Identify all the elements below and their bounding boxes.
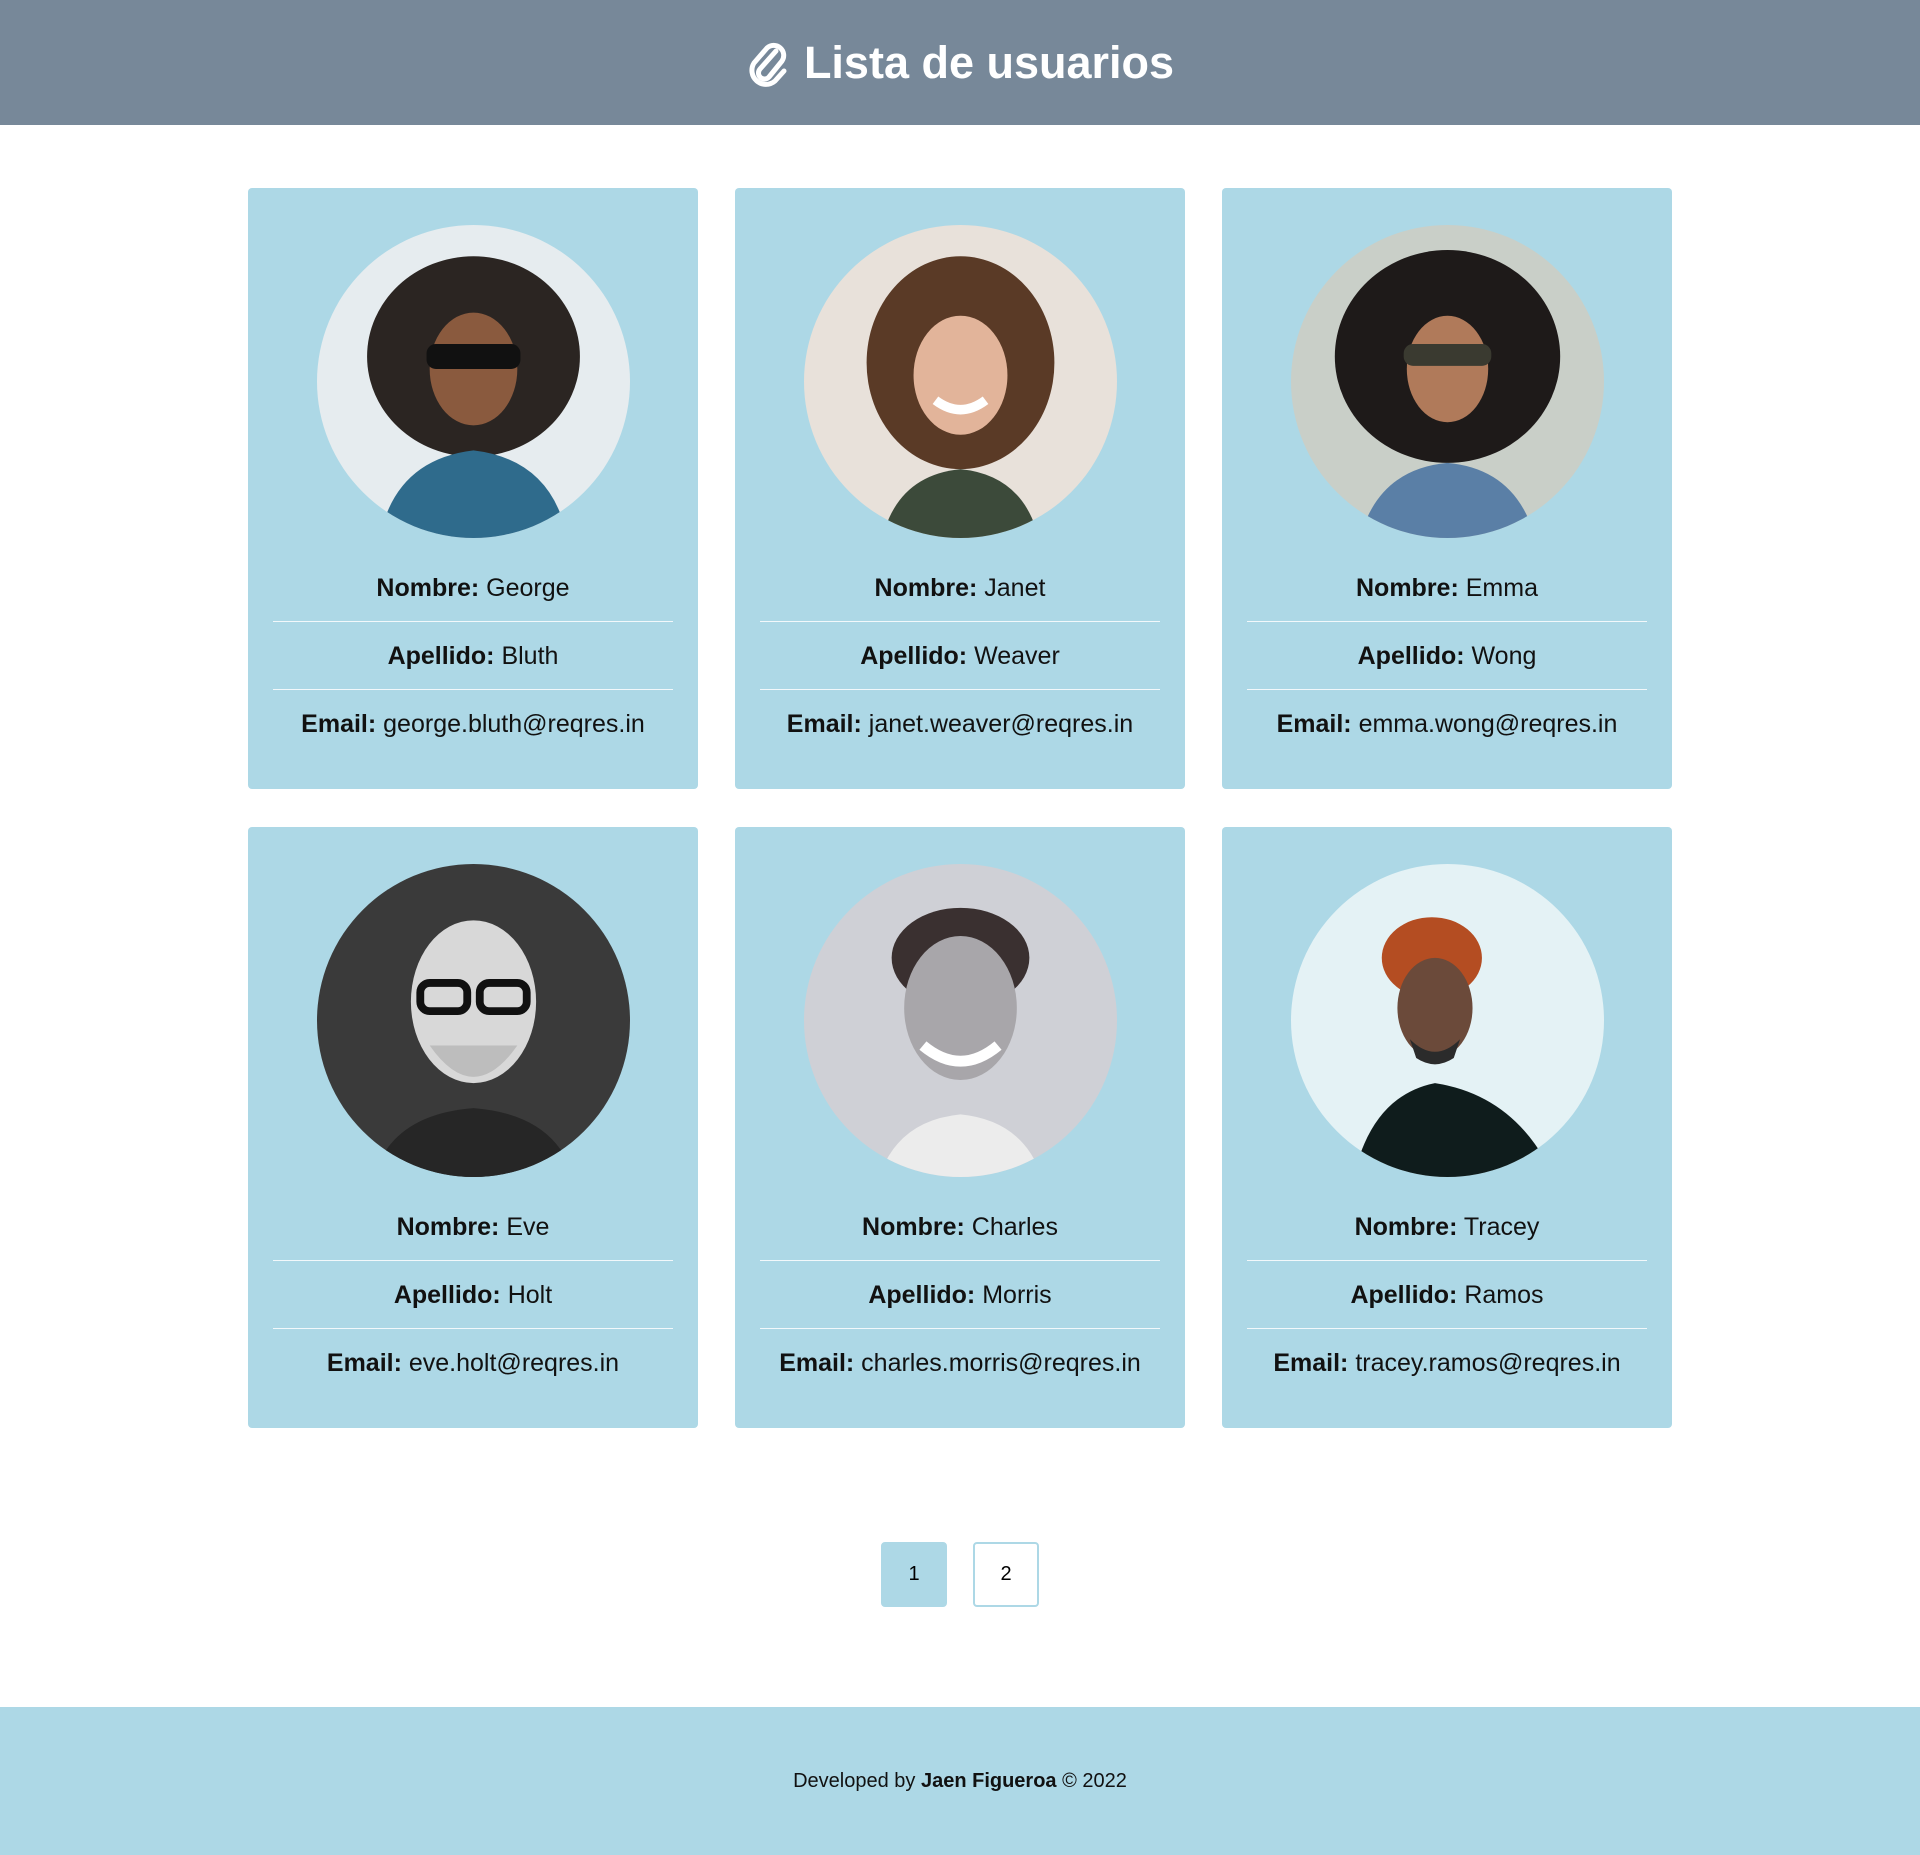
footer-copyright: © 2022 bbox=[1062, 1769, 1127, 1792]
user-avatar bbox=[316, 225, 630, 538]
last-name-row: Apellido: Morris bbox=[760, 1261, 1160, 1329]
user-card: Nombre: Eve Apellido: Holt Email: eve.ho… bbox=[248, 827, 698, 1428]
first-name-row: Nombre: Janet bbox=[760, 554, 1160, 622]
email-value: charles.morris@reqres.in bbox=[861, 1349, 1141, 1377]
email-row: Email: tracey.ramos@reqres.in bbox=[1273, 1349, 1621, 1377]
last-name-value: Bluth bbox=[501, 642, 559, 670]
page-title: Lista de usuarios bbox=[803, 36, 1175, 88]
page-button-2[interactable]: 2 bbox=[973, 1542, 1039, 1607]
first-name-row: Nombre: George bbox=[273, 554, 673, 622]
user-avatar bbox=[1290, 225, 1604, 538]
last-name-value: Morris bbox=[982, 1281, 1052, 1309]
user-card-grid: Nombre: George Apellido: Bluth Email: ge… bbox=[248, 188, 1673, 1428]
first-name-value: Janet bbox=[984, 574, 1046, 602]
email-value: eve.holt@reqres.in bbox=[408, 1349, 620, 1377]
first-name-row: Nombre: Charles bbox=[760, 1193, 1160, 1261]
user-avatar bbox=[1290, 864, 1604, 1177]
last-name-row: Apellido: Bluth bbox=[273, 622, 673, 690]
first-name-row: Nombre: Emma bbox=[1247, 554, 1647, 622]
paperclip-icon bbox=[746, 39, 790, 87]
email-row: Email: janet.weaver@reqres.in bbox=[786, 710, 1134, 738]
user-avatar bbox=[803, 864, 1117, 1177]
footer-prefix: Developed by bbox=[793, 1769, 916, 1792]
page-header: Lista de usuarios bbox=[0, 0, 1920, 125]
last-name-row: Apellido: Wong bbox=[1247, 622, 1647, 690]
user-card: Nombre: Tracey Apellido: Ramos Email: tr… bbox=[1222, 827, 1672, 1428]
email-value: tracey.ramos@reqres.in bbox=[1355, 1349, 1621, 1377]
last-name-row: Apellido: Weaver bbox=[760, 622, 1160, 690]
footer-author: Jaen Figueroa bbox=[920, 1769, 1057, 1792]
email-value: george.bluth@reqres.in bbox=[383, 710, 645, 738]
first-name-value: Tracey bbox=[1463, 1213, 1540, 1241]
email-row: Email: charles.morris@reqres.in bbox=[779, 1349, 1141, 1377]
user-card: Nombre: Charles Apellido: Morris Email: … bbox=[735, 827, 1185, 1428]
last-name-value: Wong bbox=[1471, 642, 1537, 670]
page-button-1[interactable]: 1 bbox=[881, 1542, 947, 1607]
last-name-row: Apellido: Holt bbox=[273, 1261, 673, 1329]
last-name-value: Ramos bbox=[1464, 1281, 1544, 1309]
last-name-row: Apellido: Ramos bbox=[1247, 1261, 1647, 1329]
email-row: Email: eve.holt@reqres.in bbox=[326, 1349, 620, 1377]
first-name-row: Nombre: Tracey bbox=[1247, 1193, 1647, 1261]
first-name-value: Emma bbox=[1465, 574, 1538, 602]
footer-text: Developed by Jaen Figueroa © 2022 bbox=[793, 1770, 1127, 1793]
email-value: janet.weaver@reqres.in bbox=[868, 710, 1134, 738]
email-row: Email: george.bluth@reqres.in bbox=[301, 710, 645, 738]
user-avatar bbox=[803, 225, 1117, 538]
user-avatar bbox=[316, 864, 630, 1177]
last-name-value: Weaver bbox=[974, 642, 1060, 670]
user-card: Nombre: Janet Apellido: Weaver Email: ja… bbox=[735, 188, 1185, 789]
pagination: 1 2 bbox=[0, 1542, 1920, 1607]
first-name-value: George bbox=[486, 574, 570, 602]
email-value: emma.wong@reqres.in bbox=[1358, 710, 1618, 738]
user-card: Nombre: Emma Apellido: Wong Email: emma.… bbox=[1222, 188, 1672, 789]
first-name-value: Eve bbox=[506, 1213, 550, 1241]
first-name-value: Charles bbox=[971, 1213, 1058, 1241]
page-footer: Developed by Jaen Figueroa © 2022 bbox=[0, 1707, 1920, 1855]
first-name-row: Nombre: Eve bbox=[273, 1193, 673, 1261]
email-row: Email: emma.wong@reqres.in bbox=[1276, 710, 1618, 738]
last-name-value: Holt bbox=[507, 1281, 553, 1309]
user-card: Nombre: George Apellido: Bluth Email: ge… bbox=[248, 188, 698, 789]
